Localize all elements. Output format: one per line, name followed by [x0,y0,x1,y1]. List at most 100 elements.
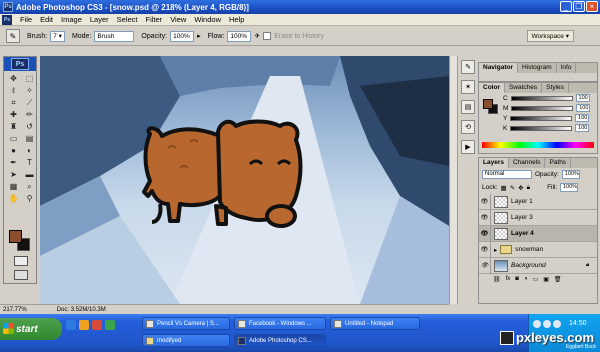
erase-to-history-checkbox[interactable] [263,32,272,40]
zoom-level[interactable]: 217.77% [3,307,27,313]
lock-transparency-icon[interactable]: ▦ [501,184,507,192]
layer-mask-icon[interactable]: ◙ [515,276,519,282]
menu-file[interactable]: File [16,15,36,24]
screen-mode-button[interactable] [14,270,28,280]
brush-tool-icon[interactable]: ✏ [22,109,37,120]
channel-y-bar[interactable] [510,115,573,121]
canvas-vertical-scrollbar[interactable] [449,56,457,304]
visibility-eye-icon[interactable]: 👁︎ [479,225,491,242]
dodge-tool-icon[interactable]: ◐ [22,145,37,156]
layer-style-icon[interactable]: fx [506,276,511,282]
network-icon[interactable] [533,320,541,328]
marquee-tool-icon[interactable]: ⬚ [22,73,37,84]
taskbar-button-facebook[interactable]: Facebook - Windows ... [234,317,326,330]
blend-mode-select[interactable]: Normal [482,170,532,179]
history-icon[interactable]: ⟲ [461,120,475,134]
tab-layers[interactable]: Layers [479,158,509,168]
tab-color[interactable]: Color [479,83,505,93]
doc-size[interactable]: Doc: 3.52M/10.3M [57,307,106,313]
visibility-eye-icon[interactable]: 👁︎ [479,241,491,258]
tab-swatches[interactable]: Swatches [505,83,543,93]
airbrush-icon[interactable]: ✈ [254,32,260,40]
pen-tool-icon[interactable]: ✒ [6,157,21,168]
layer-row-layer-1[interactable]: 👁︎ Layer 1 [479,193,597,210]
visibility-eye-icon[interactable]: 👁︎ [479,193,491,210]
folder-quicklaunch-icon[interactable] [79,320,89,330]
start-button[interactable]: start [0,318,62,340]
taskbar-button-notepad[interactable]: Untitled - Notepad [330,317,420,330]
color-slider-y[interactable]: Y 100 [479,113,597,123]
menu-image[interactable]: Image [57,15,86,24]
eraser-tool-preset-icon[interactable]: ✎ [6,29,20,43]
mode-select[interactable]: Brush [94,30,135,42]
menu-layer[interactable]: Layer [86,15,113,24]
menu-filter[interactable]: Filter [142,15,167,24]
visibility-eye-icon[interactable]: 👁︎ [479,257,491,274]
layer-row-background[interactable]: 👁︎ Background 🔒︎ [479,257,597,274]
lasso-tool-icon[interactable]: ℓ [6,85,21,96]
menu-edit[interactable]: Edit [36,15,57,24]
restore-button[interactable]: ❐ [573,1,585,12]
layer-row-snowman-group[interactable]: 👁︎ ▸ snowman [479,241,597,258]
slice-tool-icon[interactable]: ⟋ [22,97,37,108]
link-layers-icon[interactable]: ⛓ [493,276,501,283]
adjustment-layer-icon[interactable]: ◑ [524,276,528,282]
tool-presets-icon[interactable]: ✎ [461,60,475,74]
opacity-input[interactable]: 100% [170,30,195,42]
flow-input[interactable]: 100% [227,30,252,42]
taskbar-button-photoshop[interactable]: Adobe Photoshop CS... [234,334,326,347]
lock-image-icon[interactable]: ✎ [510,184,515,192]
tab-info[interactable]: Info [557,63,577,73]
lock-position-icon[interactable]: ✥ [518,184,523,192]
lock-all-icon[interactable]: 🔒︎ [527,184,530,192]
zoom-tool-icon[interactable]: ⚲ [22,193,37,204]
layer-row-layer-4[interactable]: 👁︎ Layer 4 [479,225,597,242]
gradient-tool-icon[interactable]: ▤ [22,133,37,144]
eraser-tool-icon[interactable]: ▭ [6,133,21,144]
eyedropper-tool-icon[interactable]: ⌕ [22,181,37,192]
tab-channels[interactable]: Channels [509,158,546,168]
document-canvas[interactable] [40,56,449,304]
app-icon[interactable] [105,320,115,330]
tab-navigator[interactable]: Navigator [479,63,518,73]
brush-size-picker[interactable]: 7 ▾ [50,30,65,42]
stamp-tool-icon[interactable]: ♜ [6,121,21,132]
tab-histogram[interactable]: Histogram [518,63,557,73]
notes-tool-icon[interactable]: ▦ [6,181,21,192]
layer-row-layer-3[interactable]: 👁︎ Layer 3 [479,209,597,226]
channel-m-bar[interactable] [511,105,574,111]
foreground-color-swatch[interactable] [9,230,22,243]
delete-layer-icon[interactable]: 🗑︎ [554,276,562,283]
hand-tool-icon[interactable]: ✋ [6,193,21,204]
new-layer-icon[interactable]: ▣ [543,276,549,283]
tab-paths[interactable]: Paths [545,158,572,168]
type-tool-icon[interactable]: T [22,157,37,168]
minimize-button[interactable]: _ [560,1,572,12]
channel-m-value[interactable]: 100 [576,104,591,112]
taskbar-button-pencil-vs-camera[interactable]: Pencil Vs Camera | S... [142,317,230,330]
window-title-bar[interactable]: Ps Adobe Photoshop CS3 - [snow.psd @ 218… [0,0,600,14]
close-button[interactable]: × [586,1,598,12]
brushes-icon[interactable]: ✶ [461,80,475,94]
channel-c-value[interactable]: 100 [575,94,590,102]
opacity-arrow-icon[interactable]: ▸ [197,32,201,40]
color-slider-k[interactable]: K 100 [479,123,597,133]
new-group-icon[interactable]: ▭ [533,276,539,283]
channel-k-bar[interactable] [510,125,573,131]
actions-icon[interactable]: ▶ [461,140,475,154]
magic-wand-tool-icon[interactable]: ✧ [22,85,37,96]
taskbar-button-modifyed[interactable]: modifyed [142,334,230,347]
color-slider-c[interactable]: C 100 [479,93,597,103]
security-icon[interactable] [553,320,561,328]
document-icon[interactable]: Ps [2,14,12,25]
menu-help[interactable]: Help [225,15,248,24]
ie-icon[interactable] [66,320,76,330]
shape-tool-icon[interactable]: ▬ [22,169,37,180]
path-select-tool-icon[interactable]: ➤ [6,169,21,180]
workspace-button[interactable]: Workspace ▾ [526,30,574,42]
clone-source-icon[interactable]: ▤ [461,100,475,114]
menu-window[interactable]: Window [190,15,225,24]
fill-input[interactable]: 100% [560,183,579,192]
color-panel-foreground-swatch[interactable] [483,99,493,109]
healing-tool-icon[interactable]: ✚ [6,109,21,120]
